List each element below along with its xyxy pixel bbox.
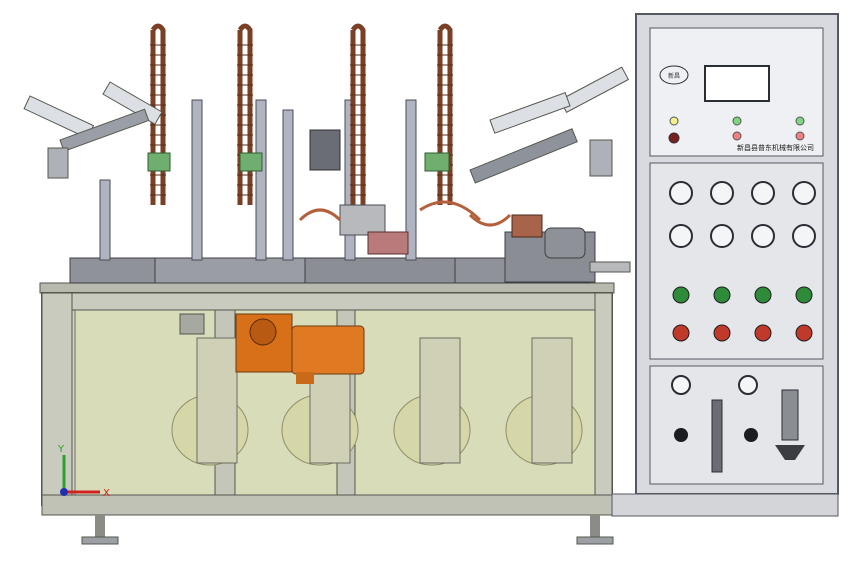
right-box: [511, 214, 543, 238]
air-regulator: [781, 389, 799, 441]
knob-red-2[interactable]: [713, 324, 731, 342]
red-block: [367, 231, 409, 255]
knob-green-3[interactable]: [754, 286, 772, 304]
motor-flange-hub: [249, 318, 277, 346]
cylinders-right: [469, 66, 630, 184]
green-block-2: [239, 152, 263, 172]
knob-red-3[interactable]: [754, 324, 772, 342]
center-block: [309, 129, 341, 171]
indicator-light-green-2: [795, 116, 805, 126]
indicator-light-red-1: [732, 131, 742, 141]
gauge-small-2: [738, 375, 758, 395]
column-2: [255, 99, 267, 261]
gear-plate-3: [419, 337, 461, 464]
foot-left-pad: [81, 536, 119, 545]
clamp-right: [589, 139, 613, 177]
foot-right-pad: [576, 536, 614, 545]
gauge-3: [751, 181, 775, 205]
cylinders-left: [23, 81, 163, 179]
frame-top-rail: [71, 292, 596, 311]
column-5: [282, 109, 294, 261]
motor-shaft-block: [179, 313, 205, 335]
black-button-2[interactable]: [744, 428, 758, 442]
gauge-7: [751, 224, 775, 248]
knob-green-4[interactable]: [795, 286, 813, 304]
indicator-light-red-2: [795, 131, 805, 141]
green-block-1: [147, 152, 171, 172]
axis-x-label: X: [103, 488, 110, 499]
gear-plate-4: [531, 337, 573, 464]
black-button-1[interactable]: [674, 428, 688, 442]
indicator-light-green-1: [732, 116, 742, 126]
arm-right: [469, 128, 578, 184]
gauge-8: [792, 224, 816, 248]
knob-red-1[interactable]: [672, 324, 690, 342]
green-block-3: [424, 152, 450, 172]
knob-green-2[interactable]: [713, 286, 731, 304]
frame-bottom-rail: [41, 494, 613, 516]
axis-y-label: Y: [57, 444, 65, 455]
gauge-4: [792, 181, 816, 205]
right-motor: [544, 227, 586, 259]
motor-body: [291, 325, 365, 375]
table-plate: [39, 282, 615, 294]
frame-post-left: [41, 292, 73, 506]
knob-red-4[interactable]: [795, 324, 813, 342]
cylinder-right-2: [489, 91, 571, 134]
display-screen: [704, 65, 770, 102]
column-1: [191, 99, 203, 261]
gauge-2: [710, 181, 734, 205]
side-shaft: [589, 261, 631, 273]
control-cabinet: 新昌 新昌县普东机械有限公司: [611, 13, 839, 517]
column-6: [99, 179, 111, 261]
indicator-light-yellow: [669, 116, 679, 126]
machine-cad-scene: 新昌 新昌县普东机械有限公司 Y X: [23, 13, 839, 545]
gauge-1: [669, 181, 693, 205]
motor-foot: [296, 372, 314, 384]
axis-origin: [60, 488, 68, 496]
cabinet-base: [611, 493, 839, 517]
flowmeter: [711, 399, 723, 473]
center-bracket: [339, 204, 386, 236]
upper-base-block-1: [154, 257, 306, 284]
emergency-button[interactable]: [668, 132, 680, 144]
gauge-6: [710, 224, 734, 248]
company-name: 新昌县普东机械有限公司: [737, 143, 814, 152]
gear-plate-1: [196, 337, 238, 464]
gauge-5: [669, 224, 693, 248]
knob-green-1[interactable]: [672, 286, 690, 304]
upper-base-block-2: [304, 257, 456, 284]
company-logo-text: 新昌: [668, 72, 680, 80]
foot-left: [95, 515, 105, 537]
foot-right: [590, 515, 600, 537]
frame-post-right: [594, 292, 613, 506]
gauge-small-1: [671, 375, 691, 395]
copper-pipes: [298, 200, 512, 227]
clamp-left: [47, 147, 69, 179]
